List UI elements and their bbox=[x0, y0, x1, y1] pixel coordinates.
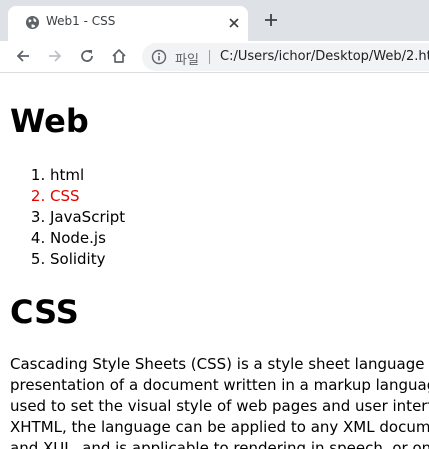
css-description: Cascading Style Sheets (CSS) is a style … bbox=[10, 354, 429, 449]
nav-list: html CSS JavaScript Node.js Solidity bbox=[0, 165, 125, 270]
tab-title: Web1 - CSS bbox=[46, 14, 116, 28]
nav-link-html[interactable]: html bbox=[50, 166, 84, 184]
plus-icon[interactable] bbox=[262, 11, 280, 29]
reload-icon[interactable] bbox=[76, 45, 98, 67]
list-item-javascript[interactable]: JavaScript bbox=[50, 207, 125, 228]
address-bar[interactable]: 파일 C:/Users/ichor/Desktop/Web/2.ht bbox=[142, 43, 429, 71]
list-item-nodejs[interactable]: Node.js bbox=[50, 228, 125, 249]
page-title[interactable]: Web bbox=[10, 105, 89, 137]
nav-link-nodejs[interactable]: Node.js bbox=[50, 229, 106, 247]
url-text[interactable]: C:/Users/ichor/Desktop/Web/2.ht bbox=[220, 49, 429, 64]
paragraph-line: and XUL, and is applicable to rendering … bbox=[10, 439, 429, 449]
paragraph-line: XHTML, the language can be applied to an… bbox=[10, 418, 429, 436]
back-arrow-icon[interactable] bbox=[12, 45, 34, 67]
forward-arrow-icon[interactable] bbox=[44, 45, 66, 67]
page-content: Web html CSS JavaScript Node.js Solidity… bbox=[0, 73, 429, 449]
list-item-css[interactable]: CSS bbox=[50, 186, 125, 207]
paragraph-line: used to set the visual style of web page… bbox=[10, 397, 429, 415]
nav-link-javascript[interactable]: JavaScript bbox=[50, 208, 125, 226]
browser-toolbar: 파일 C:/Users/ichor/Desktop/Web/2.ht bbox=[0, 41, 429, 72]
info-icon[interactable] bbox=[151, 49, 167, 65]
home-icon[interactable] bbox=[108, 45, 130, 67]
site-info-label: 파일 bbox=[175, 53, 199, 68]
tab-strip: Web1 - CSS bbox=[0, 0, 429, 41]
globe-icon bbox=[25, 15, 40, 30]
list-item-solidity[interactable]: Solidity bbox=[50, 249, 125, 270]
browser-tab[interactable]: Web1 - CSS bbox=[8, 6, 248, 41]
nav-link-solidity[interactable]: Solidity bbox=[50, 250, 105, 268]
paragraph-line: presentation of a document written in a … bbox=[10, 376, 429, 394]
nav-link-css[interactable]: CSS bbox=[50, 187, 80, 205]
omnibox-divider bbox=[209, 50, 210, 64]
list-item-html[interactable]: html bbox=[50, 165, 125, 186]
close-icon[interactable] bbox=[226, 15, 242, 31]
paragraph-line: Cascading Style Sheets (CSS) is a style … bbox=[10, 355, 429, 373]
section-heading: CSS bbox=[10, 293, 79, 331]
